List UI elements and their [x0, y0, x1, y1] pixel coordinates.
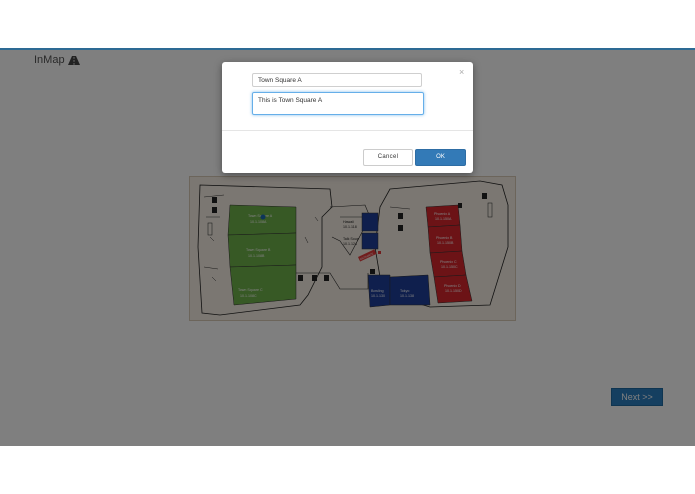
- close-icon[interactable]: ×: [459, 67, 464, 77]
- cancel-button[interactable]: Cancel: [363, 149, 413, 166]
- room-name-input[interactable]: Town Square A: [252, 73, 422, 87]
- edit-room-dialog: × Town Square A This is Town Square A Ca…: [222, 62, 473, 173]
- dialog-divider: [222, 130, 473, 131]
- bottom-area: [0, 446, 695, 494]
- ok-button[interactable]: OK: [415, 149, 466, 166]
- room-description-textarea[interactable]: This is Town Square A: [252, 92, 424, 115]
- top-bar: [0, 0, 695, 49]
